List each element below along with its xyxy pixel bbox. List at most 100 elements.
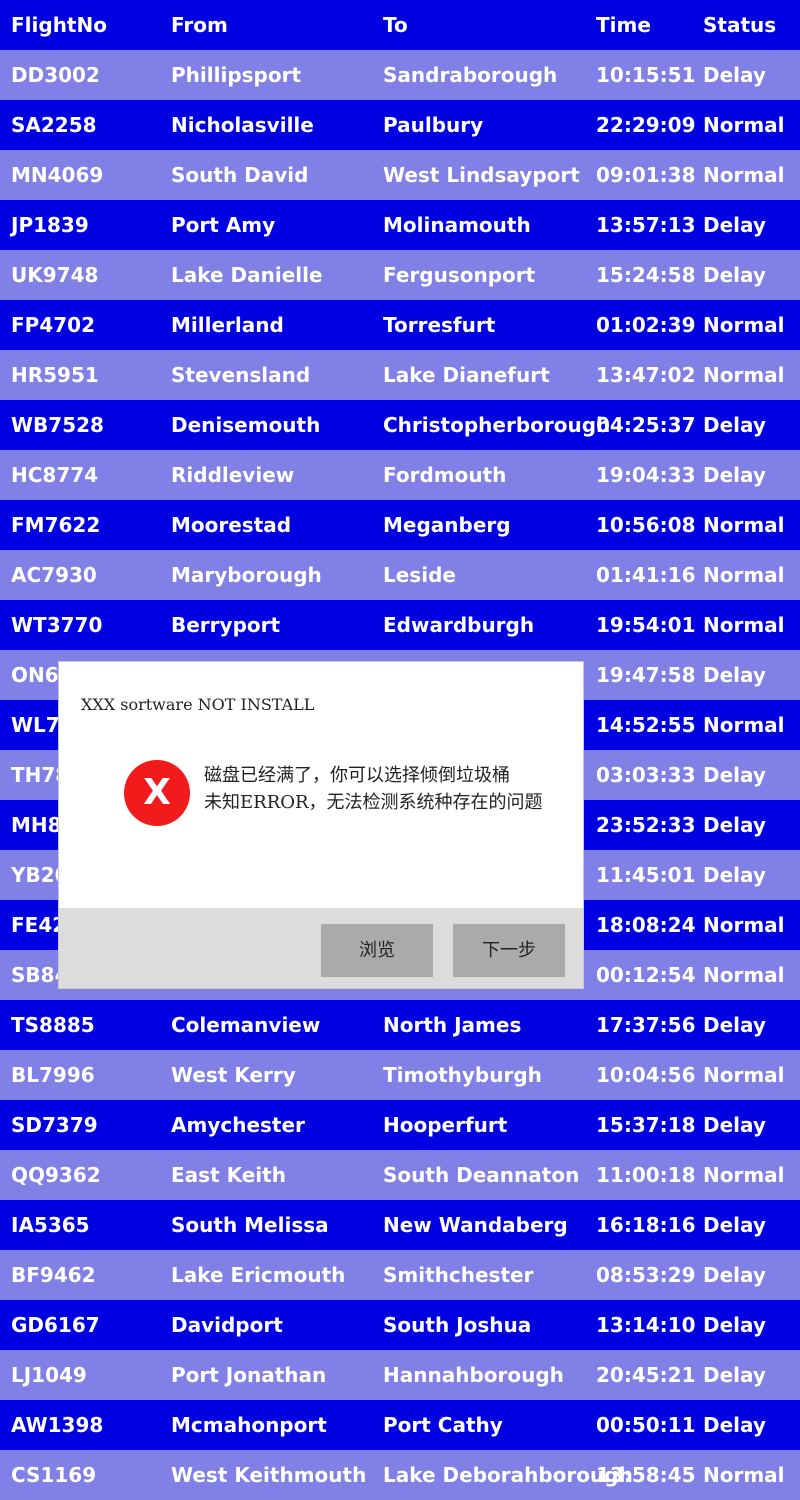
header-to: To — [383, 13, 408, 37]
cell-flightno: MH8 — [11, 813, 62, 837]
table-row: UK9748 Lake Danielle Fergusonport 15:24:58 D… — [0, 250, 800, 300]
cell-time: 19:04:33 — [596, 463, 696, 487]
header-flightno: FlightNo — [11, 13, 107, 37]
cell-to: Paulbury — [383, 113, 484, 137]
header-status: Status — [703, 13, 777, 37]
table-row: HC8774 Riddleview Fordmouth 19:04:33 Delay — [0, 450, 800, 500]
cell-to: Leside — [383, 563, 456, 587]
table-row: WT3770 Berryport Edwardburgh 19:54:01 Normal — [0, 600, 800, 650]
cell-flightno: AC7930 — [11, 563, 97, 587]
cell-to: New Wandaberg — [383, 1213, 568, 1237]
error-icon-glyph: X — [143, 772, 171, 813]
cell-flightno: TS8885 — [11, 1013, 95, 1037]
cell-flightno: BL7996 — [11, 1063, 95, 1087]
cell-time: 17:37:56 — [596, 1013, 696, 1037]
cell-status: Delay — [703, 1013, 766, 1037]
cell-time: 18:08:24 — [596, 913, 696, 937]
cell-flightno: CS1169 — [11, 1463, 97, 1487]
cell-time: 15:37:18 — [596, 1113, 696, 1137]
cell-time: 16:18:16 — [596, 1213, 696, 1237]
cell-flightno: AW1398 — [11, 1413, 104, 1437]
cell-to: Lake Dianefurt — [383, 363, 550, 387]
cell-status: Normal — [703, 1163, 785, 1187]
cell-status: Delay — [703, 863, 766, 887]
cell-from: Stevensland — [171, 363, 311, 387]
table-row: BL7996 West Kerry Timothyburgh 10:04:56 Norm… — [0, 1050, 800, 1100]
cell-status: Delay — [703, 1213, 766, 1237]
next-step-button[interactable]: 下一步 — [453, 924, 565, 977]
cell-status: Delay — [703, 463, 766, 487]
cell-to: West Lindsayport — [383, 163, 580, 187]
cell-time: 20:45:21 — [596, 1363, 696, 1387]
cell-from: Maryborough — [171, 563, 322, 587]
cell-flightno: UK9748 — [11, 263, 99, 287]
cell-to: Fergusonport — [383, 263, 536, 287]
cell-from: West Kerry — [171, 1063, 296, 1087]
cell-from: Port Amy — [171, 213, 276, 237]
cell-status: Normal — [703, 613, 785, 637]
browse-button[interactable]: 浏览 — [321, 924, 433, 977]
cell-flightno: QQ9362 — [11, 1163, 101, 1187]
table-row: HR5951 Stevensland Lake Dianefurt 13:47:02 N… — [0, 350, 800, 400]
cell-to: Edwardburgh — [383, 613, 535, 637]
table-row: IA5365 South Melissa New Wandaberg 16:18:16… — [0, 1200, 800, 1250]
cell-from: Phillipsport — [171, 63, 302, 87]
cell-status: Delay — [703, 1363, 766, 1387]
cell-time: 04:25:37 — [596, 413, 696, 437]
cell-to: South Joshua — [383, 1313, 532, 1337]
cell-status: Normal — [703, 1463, 785, 1487]
cell-time: 15:24:58 — [596, 263, 696, 287]
cell-flightno: IA5365 — [11, 1213, 90, 1237]
header-from: From — [171, 13, 228, 37]
cell-status: Delay — [703, 413, 766, 437]
cell-status: Delay — [703, 63, 766, 87]
cell-to: Fordmouth — [383, 463, 507, 487]
cell-time: 10:56:08 — [596, 513, 696, 537]
cell-to: Hooperfurt — [383, 1113, 508, 1137]
table-row: MN4069 South David West Lindsayport 09:01:3… — [0, 150, 800, 200]
cell-from: South David — [171, 163, 309, 187]
cell-time: 22:29:09 — [596, 113, 696, 137]
cell-to: Timothyburgh — [383, 1063, 542, 1087]
cell-status: Delay — [703, 263, 766, 287]
cell-status: Delay — [703, 1263, 766, 1287]
cell-status: Normal — [703, 563, 785, 587]
cell-flightno: MN4069 — [11, 163, 104, 187]
cell-status: Normal — [703, 1063, 785, 1087]
cell-flightno: FM7622 — [11, 513, 101, 537]
cell-time: 23:52:33 — [596, 813, 696, 837]
cell-status: Normal — [703, 713, 785, 737]
cell-from: Riddleview — [171, 463, 295, 487]
cell-time: 03:03:33 — [596, 763, 696, 787]
cell-status: Normal — [703, 913, 785, 937]
cell-flightno: HC8774 — [11, 463, 99, 487]
cell-time: 01:41:16 — [596, 563, 696, 587]
cell-status: Delay — [703, 1413, 766, 1437]
table-row: BF9462 Lake Ericmouth Smithchester 08:53:29… — [0, 1250, 800, 1300]
cell-flightno: FP4702 — [11, 313, 95, 337]
cell-time: 13:14:10 — [596, 1313, 696, 1337]
error-dialog: XXX sortware NOT INSTALL X 磁盘已经满了，你可以选择倾… — [58, 661, 584, 989]
dialog-message-line1: 磁盘已经满了，你可以选择倾倒垃圾桶 — [204, 765, 510, 786]
cell-time: 01:02:39 — [596, 313, 696, 337]
cell-from: East Keith — [171, 1163, 286, 1187]
cell-status: Delay — [703, 1313, 766, 1337]
cell-time: 13:57:13 — [596, 213, 696, 237]
cell-flightno: HR5951 — [11, 363, 99, 387]
cell-flightno: SD7379 — [11, 1113, 98, 1137]
cell-from: Lake Danielle — [171, 263, 323, 287]
cell-from: Lake Ericmouth — [171, 1263, 346, 1287]
cell-to: Smithchester — [383, 1263, 534, 1287]
table-row: FM7622 Moorestad Meganberg 10:56:08 Normal — [0, 500, 800, 550]
cell-from: Millerland — [171, 313, 284, 337]
cell-status: Normal — [703, 313, 785, 337]
cell-flightno: JP1839 — [11, 213, 89, 237]
header-time: Time — [596, 13, 651, 37]
table-row: CS1169 West Keithmouth Lake Deborahborough… — [0, 1450, 800, 1500]
dialog-message-line2: 未知ERROR，无法检测系统种存在的问题 — [204, 792, 543, 813]
cell-to: Christopherborough — [383, 413, 611, 437]
cell-from: Nicholasville — [171, 113, 314, 137]
cell-from: Denisemouth — [171, 413, 321, 437]
cell-time: 08:53:29 — [596, 1263, 696, 1287]
cell-time: 13:47:02 — [596, 363, 696, 387]
